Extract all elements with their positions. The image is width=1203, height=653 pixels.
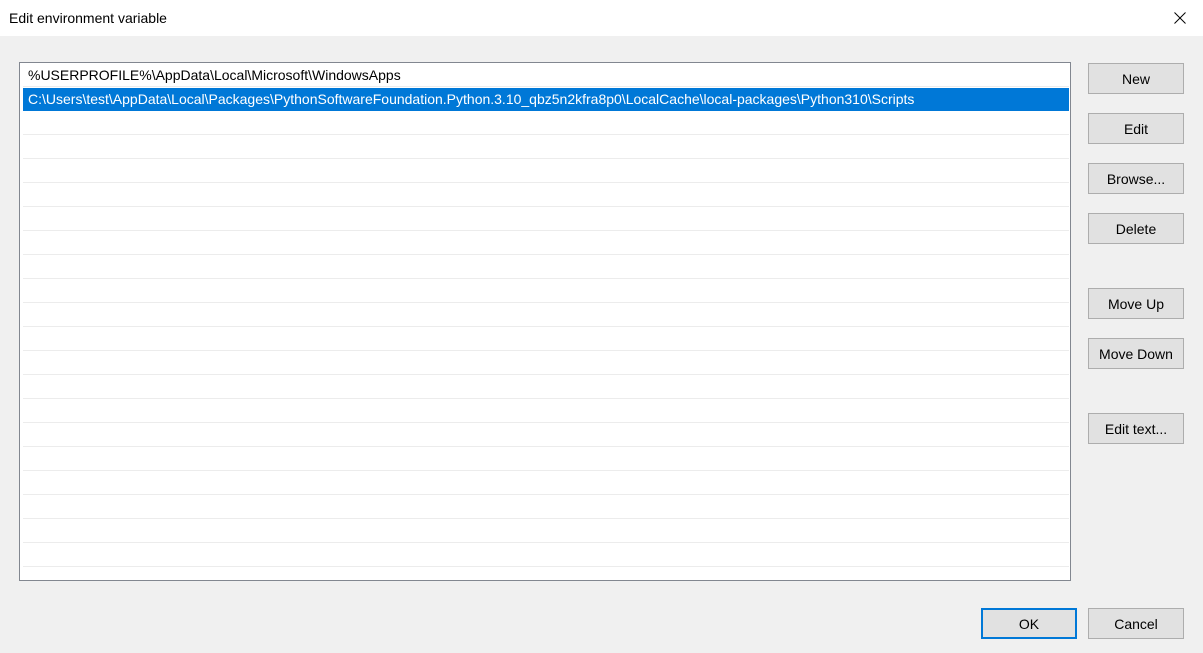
empty-list-row[interactable] [23,376,1069,399]
empty-list-row[interactable] [23,184,1069,207]
browse-button[interactable]: Browse... [1088,163,1184,194]
ok-button[interactable]: OK [981,608,1077,639]
empty-list-row[interactable] [23,400,1069,423]
move-up-button[interactable]: Move Up [1088,288,1184,319]
delete-button[interactable]: Delete [1088,213,1184,244]
empty-list-row[interactable] [23,520,1069,543]
empty-list-row[interactable] [23,232,1069,255]
empty-list-row[interactable] [23,544,1069,567]
empty-list-row[interactable] [23,448,1069,471]
list-item[interactable]: %USERPROFILE%\AppData\Local\Microsoft\Wi… [23,64,1069,87]
edit-button[interactable]: Edit [1088,113,1184,144]
empty-list-row[interactable] [23,496,1069,519]
move-down-button[interactable]: Move Down [1088,338,1184,369]
path-list[interactable]: %USERPROFILE%\AppData\Local\Microsoft\Wi… [19,62,1071,581]
empty-list-row[interactable] [23,304,1069,327]
empty-list-row[interactable] [23,208,1069,231]
edit-env-var-dialog: Edit environment variable %USERPROFILE%\… [0,0,1203,653]
close-button[interactable] [1157,0,1203,36]
empty-list-row[interactable] [23,160,1069,183]
dialog-title: Edit environment variable [9,10,167,26]
list-item-selected[interactable]: C:\Users\test\AppData\Local\Packages\Pyt… [23,88,1069,111]
list-item-text: %USERPROFILE%\AppData\Local\Microsoft\Wi… [28,67,401,83]
empty-list-row[interactable] [23,280,1069,303]
close-icon [1174,12,1186,24]
new-button[interactable]: New [1088,63,1184,94]
empty-list-row[interactable] [23,256,1069,279]
cancel-button[interactable]: Cancel [1088,608,1184,639]
empty-list-row[interactable] [23,328,1069,351]
title-bar: Edit environment variable [0,0,1203,36]
empty-list-row[interactable] [23,112,1069,135]
empty-list-row[interactable] [23,136,1069,159]
empty-list-row[interactable] [23,352,1069,375]
list-item-text: C:\Users\test\AppData\Local\Packages\Pyt… [28,91,915,107]
edit-text-button[interactable]: Edit text... [1088,413,1184,444]
empty-list-row[interactable] [23,472,1069,495]
empty-list-row[interactable] [23,424,1069,447]
